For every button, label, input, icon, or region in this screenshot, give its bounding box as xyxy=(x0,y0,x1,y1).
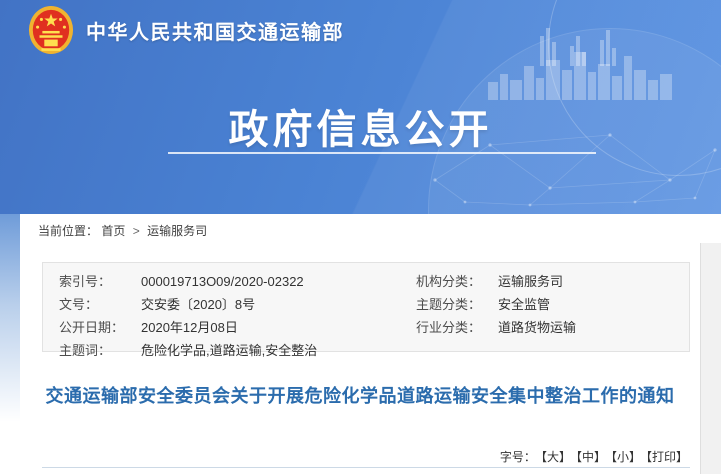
meta-value-docno: 交安委〔2020〕8号 xyxy=(141,293,416,316)
city-skyline-decoration xyxy=(488,42,673,100)
meta-value-date: 2020年12月08日 xyxy=(141,316,416,339)
meta-value-index: 000019713O09/2020-02322 xyxy=(141,270,416,293)
page: 中华人民共和国交通运输部 政府信息公开 当前位置： 首页 > 运输服务司 索引号… xyxy=(0,0,721,474)
font-medium-button[interactable]: 【中】 xyxy=(576,450,606,464)
font-small-button[interactable]: 【小】 xyxy=(611,450,641,464)
table-row: 索引号： 000019713O09/2020-02322 机构分类： 运输服务司 xyxy=(59,270,689,293)
breadcrumb-home-link[interactable]: 首页 xyxy=(101,224,125,238)
meta-label-keywords: 主题词： xyxy=(59,339,141,362)
right-scroll-strip[interactable] xyxy=(700,243,721,474)
font-large-button[interactable]: 【大】 xyxy=(541,450,571,464)
breadcrumb-section-link[interactable]: 运输服务司 xyxy=(147,224,207,238)
national-emblem-icon xyxy=(28,5,74,55)
page-title: 政府信息公开 xyxy=(0,97,721,155)
breadcrumb: 当前位置： 首页 > 运输服务司 xyxy=(38,222,207,239)
content-panel: 当前位置： 首页 > 运输服务司 索引号： 000019713O09/2020-… xyxy=(20,214,700,474)
font-size-label: 字号： xyxy=(500,450,536,464)
table-row: 公开日期： 2020年12月08日 行业分类： 道路货物运输 xyxy=(59,316,689,339)
table-row: 主题词： 危险化学品,道路运输,安全整治 xyxy=(59,339,689,362)
site-name: 中华人民共和国交通运输部 xyxy=(86,16,344,45)
meta-value-topic: 安全监管 xyxy=(498,293,689,316)
document-meta-table: 索引号： 000019713O09/2020-02322 机构分类： 运输服务司… xyxy=(42,262,690,352)
digital-city-decoration xyxy=(540,8,620,66)
title-underline xyxy=(168,152,596,154)
meta-label-org: 机构分类： xyxy=(416,270,498,293)
meta-value-org: 运输服务司 xyxy=(498,270,689,293)
meta-value-empty xyxy=(498,339,689,362)
constellation-decoration xyxy=(420,110,721,213)
ring-decoration xyxy=(548,0,721,176)
meta-label-date: 公开日期： xyxy=(59,316,141,339)
meta-label-docno: 文号： xyxy=(59,293,141,316)
document-title: 交通运输部安全委员会关于开展危险化学品道路运输安全集中整治工作的通知 xyxy=(38,383,682,410)
breadcrumb-separator: > xyxy=(133,224,140,238)
banner: 中华人民共和国交通运输部 政府信息公开 xyxy=(0,0,721,214)
meta-label-topic: 主题分类： xyxy=(416,293,498,316)
meta-value-keywords: 危险化学品,道路运输,安全整治 xyxy=(141,339,416,362)
table-row: 文号： 交安委〔2020〕8号 主题分类： 安全监管 xyxy=(59,293,689,316)
circle-decoration xyxy=(428,28,721,214)
bottom-divider xyxy=(42,467,690,468)
meta-label-industry: 行业分类： xyxy=(416,316,498,339)
meta-label-index: 索引号： xyxy=(59,270,141,293)
meta-value-industry: 道路货物运输 xyxy=(498,316,689,339)
meta-label-empty xyxy=(416,339,498,362)
print-button[interactable]: 【打印】 xyxy=(646,450,688,464)
breadcrumb-prefix: 当前位置： xyxy=(38,224,98,238)
font-size-toolbar: 字号： 【大】【中】【小】【打印】 xyxy=(500,448,688,465)
left-gradient-strip xyxy=(0,214,20,474)
site-logo-link[interactable]: 中华人民共和国交通运输部 xyxy=(28,5,344,55)
